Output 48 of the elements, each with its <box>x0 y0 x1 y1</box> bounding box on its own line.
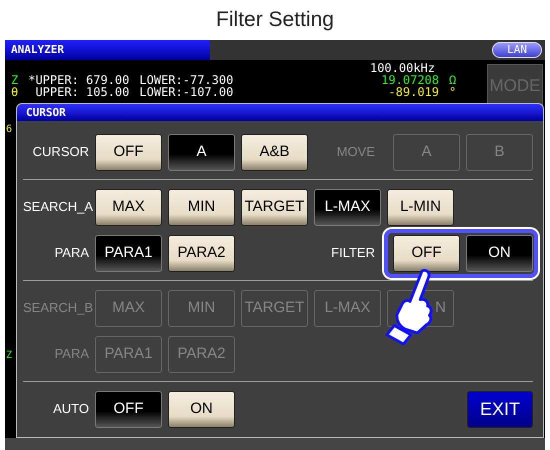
unit-label: Ω <box>449 74 458 86</box>
frequency-reading: 100.00kHz <box>368 62 436 74</box>
option-button: MAX <box>95 290 162 326</box>
option-button: L-MAX <box>314 290 381 326</box>
edge-mark: Z <box>6 350 12 361</box>
row-label: MOVE <box>336 143 376 162</box>
option-button: MIN <box>168 290 235 326</box>
option-button: A <box>393 134 460 170</box>
option-button[interactable]: MIN <box>168 188 235 226</box>
option-button[interactable]: L-MIN <box>387 188 454 226</box>
option-button[interactable]: ON <box>466 234 533 272</box>
screen-title: ANALYZER <box>5 40 210 60</box>
option-button: TARGET <box>241 290 308 326</box>
measured-value: 19.07208 <box>381 74 439 86</box>
lan-indicator: LAN <box>492 42 542 58</box>
upper-limit: UPPER: 105.00 <box>34 86 130 98</box>
parameter-name: θ <box>11 86 18 98</box>
option-button[interactable]: TARGET <box>241 188 308 226</box>
row-label: SEARCH_A <box>23 198 94 216</box>
measured-value: -89.019 <box>388 86 439 98</box>
row-label: CURSOR <box>32 143 90 162</box>
option-button: B <box>466 134 533 170</box>
option-button[interactable]: A&B <box>241 134 308 170</box>
option-button[interactable]: OFF <box>95 390 162 428</box>
option-button[interactable]: OFF <box>95 134 162 170</box>
option-button[interactable]: MAX <box>95 188 162 226</box>
row-label: SEARCH_B <box>23 299 94 318</box>
upper-limit: *UPPER: 679.00 <box>28 74 130 86</box>
row-label: PARA <box>54 244 90 262</box>
unit-label: ° <box>449 86 458 98</box>
edge-mark: 6 <box>6 124 12 135</box>
option-button[interactable]: PARA2 <box>168 234 235 272</box>
row-label: FILTER <box>331 244 376 262</box>
page-title: Filter Setting <box>215 7 335 34</box>
option-button: PARA1 <box>95 336 162 372</box>
row-label: PARA <box>54 345 90 364</box>
option-button[interactable]: ON <box>168 390 235 428</box>
exit-button[interactable]: EXIT <box>467 390 533 428</box>
option-button[interactable]: L-MAX <box>314 188 381 226</box>
option-button: PARA2 <box>168 336 235 372</box>
lower-limit: LOWER:-107.00 <box>139 86 234 98</box>
option-button[interactable]: PARA1 <box>95 234 162 272</box>
lower-limit: LOWER:-77.300 <box>139 74 234 86</box>
dialog-title: CURSOR <box>17 104 543 121</box>
option-button[interactable]: OFF <box>393 234 460 272</box>
parameter-name: Z <box>11 74 18 86</box>
option-button[interactable]: A <box>168 134 235 170</box>
row-label: AUTO <box>52 400 90 418</box>
